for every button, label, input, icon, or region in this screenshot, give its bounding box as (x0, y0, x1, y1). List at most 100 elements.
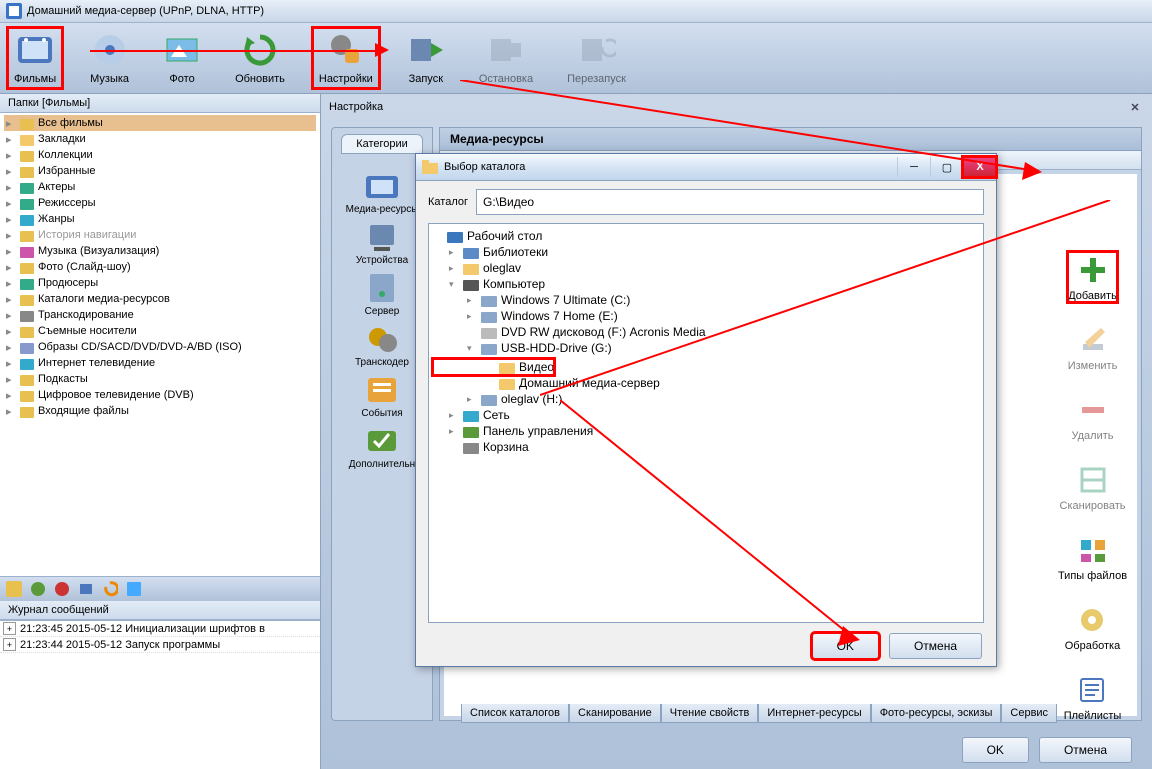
tree-item[interactable]: ▸Съемные носители (4, 323, 316, 339)
folder-tree-item[interactable]: ▸Панель управления (433, 423, 979, 439)
folder-tree-item[interactable]: Видео (433, 359, 554, 375)
film-icon (16, 31, 54, 69)
close-icon[interactable]: ✕ (1126, 100, 1144, 114)
bottom-tab[interactable]: Фото-ресурсы, эскизы (871, 704, 1002, 723)
tree-item[interactable]: ▸Подкасты (4, 371, 316, 387)
tree-item[interactable]: ▸Цифровое телевидение (DVB) (4, 387, 316, 403)
expand-icon[interactable]: + (3, 622, 16, 635)
tree-item[interactable]: ▸Входящие файлы (4, 403, 316, 419)
folder-tree[interactable]: Рабочий стол▸Библиотеки▸oleglav▾Компьюте… (428, 223, 984, 623)
side-button-playlist[interactable]: Плейлисты (1064, 672, 1122, 722)
settings-ok-button[interactable]: OK (962, 737, 1029, 763)
side-button-scan: Сканировать (1060, 462, 1126, 512)
folder-tree-item[interactable]: ▾USB-HDD-Drive (G:) (433, 340, 979, 356)
category-tree[interactable]: ▸Все фильмы▸Закладки▸Коллекции▸Избранные… (0, 113, 320, 576)
drive-icon (481, 392, 497, 406)
tool-icon[interactable] (126, 581, 142, 597)
expand-icon[interactable]: + (3, 638, 16, 651)
history-icon (20, 228, 34, 242)
tree-item[interactable]: ▸Каталоги медиа-ресурсов (4, 291, 316, 307)
bottom-tab[interactable]: Список каталогов (461, 704, 569, 723)
folder-tree-item[interactable]: ▸Библиотеки (433, 244, 979, 260)
chevron-icon: ▸ (449, 410, 459, 421)
tree-item[interactable]: ▸Все фильмы (4, 115, 316, 131)
tree-item[interactable]: ▸История навигации (4, 227, 316, 243)
category-tab[interactable]: События (346, 374, 419, 419)
bottom-tab[interactable]: Сканирование (569, 704, 661, 723)
category-tab[interactable]: Устройства (346, 221, 419, 266)
folder-tree-item[interactable]: Рабочий стол (433, 228, 979, 244)
log-row[interactable]: +21:23:44 2015-05-12 Запуск программы (0, 637, 320, 653)
folder-icon (499, 360, 515, 374)
tree-item[interactable]: ▸Коллекции (4, 147, 316, 163)
toolbar-refresh[interactable]: Обновить (229, 28, 291, 88)
tree-item[interactable]: ▸Жанры (4, 211, 316, 227)
tree-item[interactable]: ▸Продюсеры (4, 275, 316, 291)
recycle-icon (463, 440, 479, 454)
start-icon (407, 31, 445, 69)
category-tab[interactable]: Транскодер (346, 323, 419, 368)
tree-item[interactable]: ▸Актеры (4, 179, 316, 195)
settings-cancel-button[interactable]: Отмена (1039, 737, 1132, 763)
gear-icon (20, 308, 34, 322)
maximize-button[interactable]: ▢ (930, 157, 963, 177)
tree-item[interactable]: ▸Избранные (4, 163, 316, 179)
folder-tree-item[interactable]: ▸Windows 7 Home (E:) (433, 308, 979, 324)
close-button[interactable]: X (963, 157, 996, 177)
chevron-icon: ▸ (449, 263, 459, 274)
star-yellow-icon (20, 164, 34, 178)
drive-icon (481, 309, 497, 323)
folder-cancel-button[interactable]: Отмена (889, 633, 982, 659)
tool-icon[interactable] (54, 581, 70, 597)
category-tab[interactable]: Дополнительн (346, 425, 419, 470)
log-panel[interactable]: +21:23:45 2015-05-12 Инициализации шрифт… (0, 620, 320, 769)
bottom-tab[interactable]: Чтение свойств (661, 704, 759, 723)
log-row[interactable]: +21:23:45 2015-05-12 Инициализации шрифт… (0, 621, 320, 637)
folder-ok-button[interactable]: OK (812, 633, 879, 659)
folder-tree-item[interactable]: ▸Windows 7 Ultimate (C:) (433, 292, 979, 308)
folder-icon (499, 376, 515, 390)
tree-item[interactable]: ▸Транскодирование (4, 307, 316, 323)
tree-item[interactable]: ▸Режиссеры (4, 195, 316, 211)
toolbar-films[interactable]: Фильмы (8, 28, 62, 88)
tool-icon[interactable] (78, 581, 94, 597)
folder-tree-item[interactable]: Корзина (433, 439, 979, 455)
userfolder-icon (463, 261, 479, 275)
tool-icon[interactable] (6, 581, 22, 597)
category-icon (364, 323, 400, 355)
side-button-types[interactable]: Типы файлов (1058, 532, 1127, 582)
folder-tree-item[interactable]: ▸Сеть (433, 407, 979, 423)
tool-icon[interactable] (30, 581, 46, 597)
side-button-proc[interactable]: Обработка (1065, 602, 1120, 652)
star-icon (20, 132, 34, 146)
tree-item[interactable]: ▸Музыка (Визуализация) (4, 243, 316, 259)
chevron-icon: ▸ (449, 426, 459, 437)
restart-icon (578, 31, 616, 69)
toolbar-stop: Остановка (473, 28, 539, 88)
tree-item[interactable]: ▸Фото (Слайд-шоу) (4, 259, 316, 275)
category-tab[interactable]: Сервер (346, 272, 419, 317)
dvd-icon (481, 325, 497, 339)
tree-item[interactable]: ▸Закладки (4, 131, 316, 147)
drive-icon (481, 293, 497, 307)
bottom-tab[interactable]: Интернет-ресурсы (758, 704, 870, 723)
photo-icon (20, 260, 34, 274)
folder-tree-item[interactable]: ▸oleglav (H:) (433, 391, 979, 407)
tree-item[interactable]: ▸Образы CD/SACD/DVD/DVD-A/BD (ISO) (4, 339, 316, 355)
toolbar-photo[interactable]: Фото (157, 28, 207, 88)
side-button-plus[interactable]: Добавить (1068, 252, 1117, 302)
tree-item[interactable]: ▸Интернет телевидение (4, 355, 316, 371)
toolbar-settings[interactable]: Настройки (313, 28, 379, 88)
category-tab[interactable]: Медиа-ресурсы (346, 170, 419, 215)
folder-tree-item[interactable]: ▾Компьютер (433, 276, 979, 292)
lib-icon (463, 245, 479, 259)
tool-icon[interactable] (102, 581, 118, 597)
minimize-button[interactable]: ─ (897, 157, 930, 177)
catalog-input[interactable] (476, 189, 984, 215)
folder-tree-item[interactable]: Домашний медиа-сервер (433, 375, 979, 391)
toolbar-music[interactable]: Музыка (84, 28, 135, 88)
folder-tree-item[interactable]: DVD RW дисковод (F:) Acronis Media (433, 324, 979, 340)
folder-tree-item[interactable]: ▸oleglav (433, 260, 979, 276)
log-panel-title: Журнал сообщений (0, 601, 320, 620)
toolbar-start[interactable]: Запуск (401, 28, 451, 88)
